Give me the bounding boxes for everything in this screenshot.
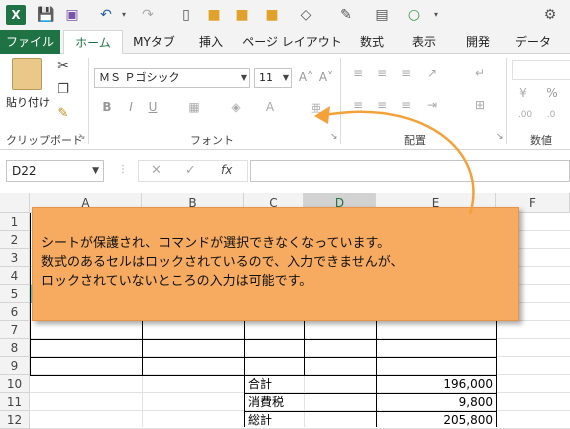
annotation-arrow bbox=[314, 106, 475, 215]
